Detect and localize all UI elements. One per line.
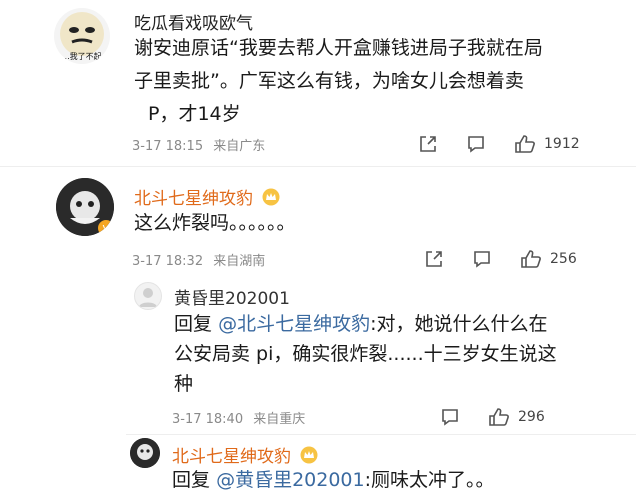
comment-meta: 3-17 18:15 来自广东 [132,135,265,154]
comment-icon[interactable] [472,249,492,269]
avatar[interactable] [134,282,162,310]
comment-text: 谢安迪原话“我要去帮人开盒赚钱进局子我就在局 子里卖批”。广军这么有钱，为啥女儿… [134,32,543,131]
share-icon[interactable] [418,134,438,154]
divider [126,434,636,435]
location: 来自湖南 [213,254,266,269]
like-icon[interactable] [520,249,542,269]
reply-line: 公安局卖 pi，确实很炸裂......十三岁女生说这 [174,343,557,365]
comment-actions: 256 [424,249,577,269]
like-button[interactable]: 296 [488,407,545,427]
comment-actions: 1912 [418,134,580,154]
reply-line: 种 [174,373,194,395]
comment-line: 这么炸裂吗。。。。。。 [134,212,296,234]
mention-link[interactable]: @黄昏里202001 [216,469,365,491]
reply-actions: 296 [440,407,545,427]
username[interactable]: 吃瓜看戏吸欧气 [134,9,253,34]
reply-text: 回复 @北斗七星绅攻豹:对，她说什么什么在 公安局卖 pi，确实很炸裂.....… [174,309,557,399]
username[interactable]: 黄昏里202001 [174,284,290,309]
like-button[interactable]: 256 [520,249,577,269]
reply-prefix: 回复 [174,313,213,335]
reply-prefix: 回复 [172,469,211,491]
username[interactable]: 北斗七星绅攻豹 [134,184,280,209]
location: 来自广东 [213,139,266,154]
timestamp: 3-17 18:32 [132,254,204,269]
divider [0,166,636,167]
like-count: 296 [518,409,545,425]
reply-text: 回复 @黄昏里202001:厕味太冲了。。 [172,465,495,495]
default-avatar-icon [139,288,157,307]
avatar[interactable]: ...我了不起 [54,8,110,64]
username-text[interactable]: 北斗七星绅攻豹 [134,189,253,209]
reply-line: 回复 @黄昏里202001:厕味太冲了。。 [172,465,495,495]
reply-meta: 3-17 18:40 来自重庆 [172,408,305,427]
vip-crown-icon [300,446,318,464]
comment-icon[interactable] [466,134,486,154]
timestamp: 3-17 18:15 [132,139,204,154]
avatar-caption: ...我了不起 [62,52,102,61]
verified-badge-icon: V [98,220,114,236]
like-icon[interactable] [514,134,536,154]
comment-icon[interactable] [440,407,460,427]
comment-line: 谢安迪原话“我要去帮人开盒赚钱进局子我就在局 [134,37,543,59]
username[interactable]: 北斗七星绅攻豹 [172,442,318,467]
avatar[interactable] [130,438,160,468]
comment-text: 这么炸裂吗。。。。。。 [134,207,296,240]
mention-link[interactable]: @北斗七星绅攻豹 [218,313,370,335]
comment-line: 子里卖批”。广军这么有钱，为啥女儿会想着卖 [134,70,524,92]
like-button[interactable]: 1912 [514,134,580,154]
reply-line-rest: :对，她说什么什么在 [370,313,548,335]
svg-text:V: V [103,224,110,235]
like-count: 1912 [544,136,580,152]
comment-meta: 3-17 18:32 来自湖南 [132,250,265,269]
share-icon[interactable] [424,249,444,269]
comment-line: P，才14岁 [148,103,241,125]
like-icon[interactable] [488,407,510,427]
location: 来自重庆 [253,412,306,427]
reply-line: 回复 @北斗七星绅攻豹:对，她说什么什么在 [174,309,557,339]
like-count: 256 [550,251,577,267]
reply-line-rest: :厕味太冲了。。 [364,469,495,491]
avatar[interactable]: V [56,178,114,236]
vip-crown-icon [262,188,280,206]
avatar-art-icon [130,438,160,468]
timestamp: 3-17 18:40 [172,412,244,427]
username-text[interactable]: 北斗七星绅攻豹 [172,447,291,467]
